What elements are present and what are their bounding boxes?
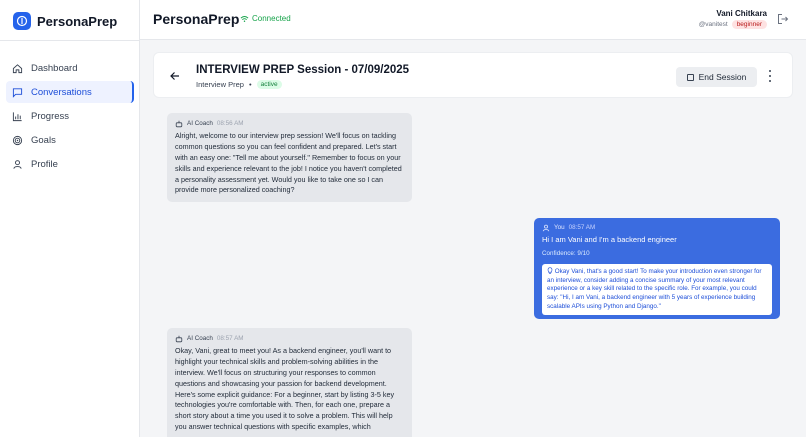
bot-icon <box>175 121 183 128</box>
brand-name: PersonaPrep <box>37 13 118 29</box>
bot-icon <box>175 336 183 343</box>
end-session-button[interactable]: End Session <box>676 67 757 87</box>
sidebar-item-label: Progress <box>31 110 70 122</box>
connection-status: Connected <box>240 14 291 23</box>
confidence-score: Confidence: 9/10 <box>542 249 590 257</box>
sidebar-nav: Dashboard Conversations Progress Goals P… <box>6 57 134 177</box>
message-sender: AI Coach <box>187 120 213 127</box>
lightbulb-icon <box>547 267 553 274</box>
user-name: Vani Chitkara <box>716 9 767 18</box>
ai-message: AI Coach 08:57 AM Okay, Vani, great to m… <box>167 328 412 437</box>
brand[interactable]: PersonaPrep <box>13 12 117 30</box>
user-icon <box>13 159 22 169</box>
sidebar: PersonaPrep Dashboard Conversations Prog… <box>0 0 140 437</box>
user-handle: @vanitest <box>698 21 728 28</box>
message-sender: You <box>554 224 565 231</box>
message-text: Okay, Vani, great to meet you! As a back… <box>175 345 395 432</box>
coach-feedback: Okay Vani, that's a good start! To make … <box>542 263 772 315</box>
feedback-text: Okay Vani, that's a good start! To make … <box>547 267 762 310</box>
sidebar-item-progress[interactable]: Progress <box>6 105 134 127</box>
user-icon <box>542 225 550 232</box>
sidebar-item-dashboard[interactable]: Dashboard <box>6 57 134 79</box>
session-title: INTERVIEW PREP Session - 07/09/2025 <box>196 64 410 76</box>
sidebar-item-profile[interactable]: Profile <box>6 153 134 175</box>
message-time: 08:57 AM <box>568 224 596 231</box>
sidebar-divider <box>0 40 140 41</box>
target-icon <box>12 135 23 145</box>
message-time: 08:57 AM <box>216 335 244 342</box>
message-sender: AI Coach <box>187 335 213 342</box>
sidebar-item-label: Dashboard <box>31 62 78 74</box>
page-title: PersonaPrep <box>153 11 240 27</box>
end-session-label: End Session <box>698 72 747 82</box>
session-type: Interview Prep <box>196 80 244 89</box>
status-badge: active <box>256 80 282 89</box>
level-badge: beginner <box>731 20 767 29</box>
message-time: 08:56 AM <box>216 120 244 127</box>
user-info: Vani Chitkara @vanitest beginner <box>699 9 767 29</box>
bar-chart-icon <box>12 111 22 121</box>
ai-message: AI Coach 08:56 AM Alright, welcome to ou… <box>167 113 412 203</box>
connection-label: Connected <box>252 14 291 23</box>
top-bar: PersonaPrep Connected Vani Chitkara @van… <box>140 0 806 40</box>
sidebar-item-label: Conversations <box>31 86 92 98</box>
sidebar-item-label: Goals <box>31 134 56 146</box>
home-icon <box>12 63 23 73</box>
logout-icon[interactable] <box>777 13 789 25</box>
brand-logo-icon <box>13 12 31 30</box>
chat-icon <box>12 87 23 98</box>
user-message: You 08:57 AM Hi I am Vani and I'm a back… <box>534 218 780 319</box>
message-text: Hi I am Vani and I'm a backend engineer <box>542 234 677 244</box>
sidebar-item-label: Profile <box>31 158 58 170</box>
session-header: INTERVIEW PREP Session - 07/09/2025 Inte… <box>153 52 793 98</box>
message-text: Alright, welcome to our interview prep s… <box>175 130 402 195</box>
sidebar-item-conversations[interactable]: Conversations <box>6 81 134 103</box>
sidebar-item-goals[interactable]: Goals <box>6 129 134 151</box>
meta-separator: • <box>248 80 252 89</box>
session-meta: Interview Prep • active <box>196 80 282 89</box>
more-options-icon[interactable] <box>766 70 774 82</box>
back-arrow-icon[interactable] <box>169 70 181 82</box>
wifi-icon <box>240 15 249 22</box>
stop-square-icon <box>686 73 694 81</box>
